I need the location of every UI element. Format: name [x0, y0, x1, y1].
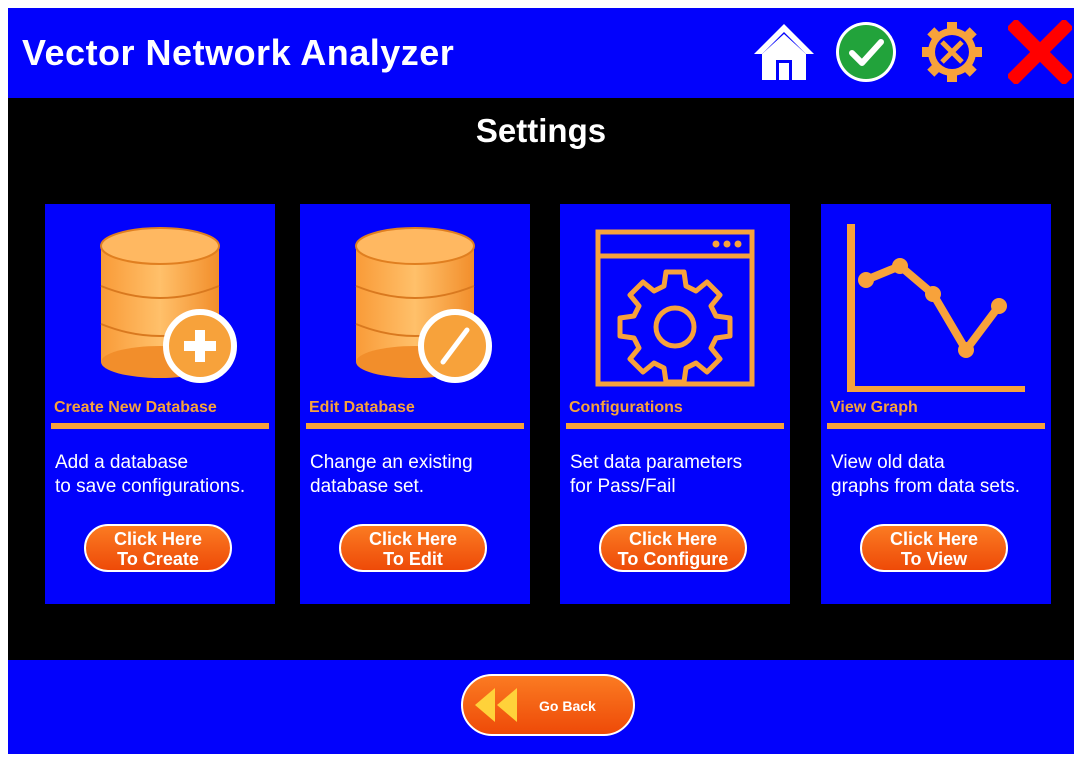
- configuration-window-gear-icon: [560, 216, 790, 392]
- card-title: Create New Database: [54, 399, 217, 416]
- rewind-arrows-icon: [473, 686, 521, 724]
- button-label: To Edit: [383, 549, 443, 569]
- card-description: Change an existing database set.: [310, 451, 526, 499]
- description-line: Change an existing: [310, 452, 473, 473]
- button-label: To Configure: [617, 549, 729, 569]
- configure-button[interactable]: Click Here To Configure: [599, 524, 747, 572]
- create-database-button[interactable]: Click Here To Create: [84, 524, 232, 572]
- button-label: Click Here: [113, 529, 203, 549]
- card-title: Configurations: [569, 399, 683, 416]
- card-edit-database: Edit Database Change an existing databas…: [300, 204, 530, 604]
- button-label: Click Here: [628, 529, 718, 549]
- home-icon[interactable]: [752, 20, 816, 84]
- button-label: To View: [900, 549, 968, 569]
- footer-bar: Go Back: [8, 660, 1074, 754]
- card-view-graph: View Graph View old data graphs from dat…: [821, 204, 1051, 604]
- page-title: Settings: [475, 112, 607, 149]
- view-graph-button[interactable]: Click Here To View: [860, 524, 1008, 572]
- card-description: Add a database to save configurations.: [55, 451, 271, 499]
- card-description: View old data graphs from data sets.: [831, 451, 1047, 499]
- divider: [306, 423, 524, 429]
- card-title: Edit Database: [309, 399, 415, 416]
- description-line: graphs from data sets.: [831, 476, 1021, 497]
- go-back-label: Go Back: [539, 698, 596, 714]
- card-description: Set data parameters for Pass/Fail: [570, 451, 786, 499]
- line-graph-icon: [821, 216, 1051, 394]
- description-line: View old data: [831, 452, 945, 473]
- description-line: to save configurations.: [55, 476, 246, 497]
- divider: [566, 423, 784, 429]
- description-line: database set.: [310, 476, 425, 497]
- description-line: Add a database: [55, 452, 189, 473]
- description-line: for Pass/Fail: [570, 476, 676, 497]
- database-add-icon: [45, 216, 275, 392]
- card-create-database: Create New Database Add a database to sa…: [45, 204, 275, 604]
- go-back-button[interactable]: Go Back: [461, 674, 635, 736]
- button-label: To Create: [117, 549, 199, 569]
- database-edit-icon: [300, 216, 530, 392]
- card-configurations: Configurations Set data parameters for P…: [560, 204, 790, 604]
- divider: [827, 423, 1045, 429]
- button-label: Click Here: [368, 529, 458, 549]
- app-title: Vector Network Analyzer: [22, 32, 455, 73]
- card-title: View Graph: [830, 399, 918, 416]
- app-window: Vector Network Analyzer Settings Create …: [8, 8, 1074, 754]
- description-line: Set data parameters: [570, 452, 743, 473]
- tools-gear-icon[interactable]: [920, 20, 984, 84]
- edit-database-button[interactable]: Click Here To Edit: [339, 524, 487, 572]
- check-icon[interactable]: [834, 20, 898, 84]
- close-icon[interactable]: [1006, 18, 1074, 86]
- divider: [51, 423, 269, 429]
- button-label: Click Here: [889, 529, 979, 549]
- header-bar: Vector Network Analyzer: [8, 8, 1074, 98]
